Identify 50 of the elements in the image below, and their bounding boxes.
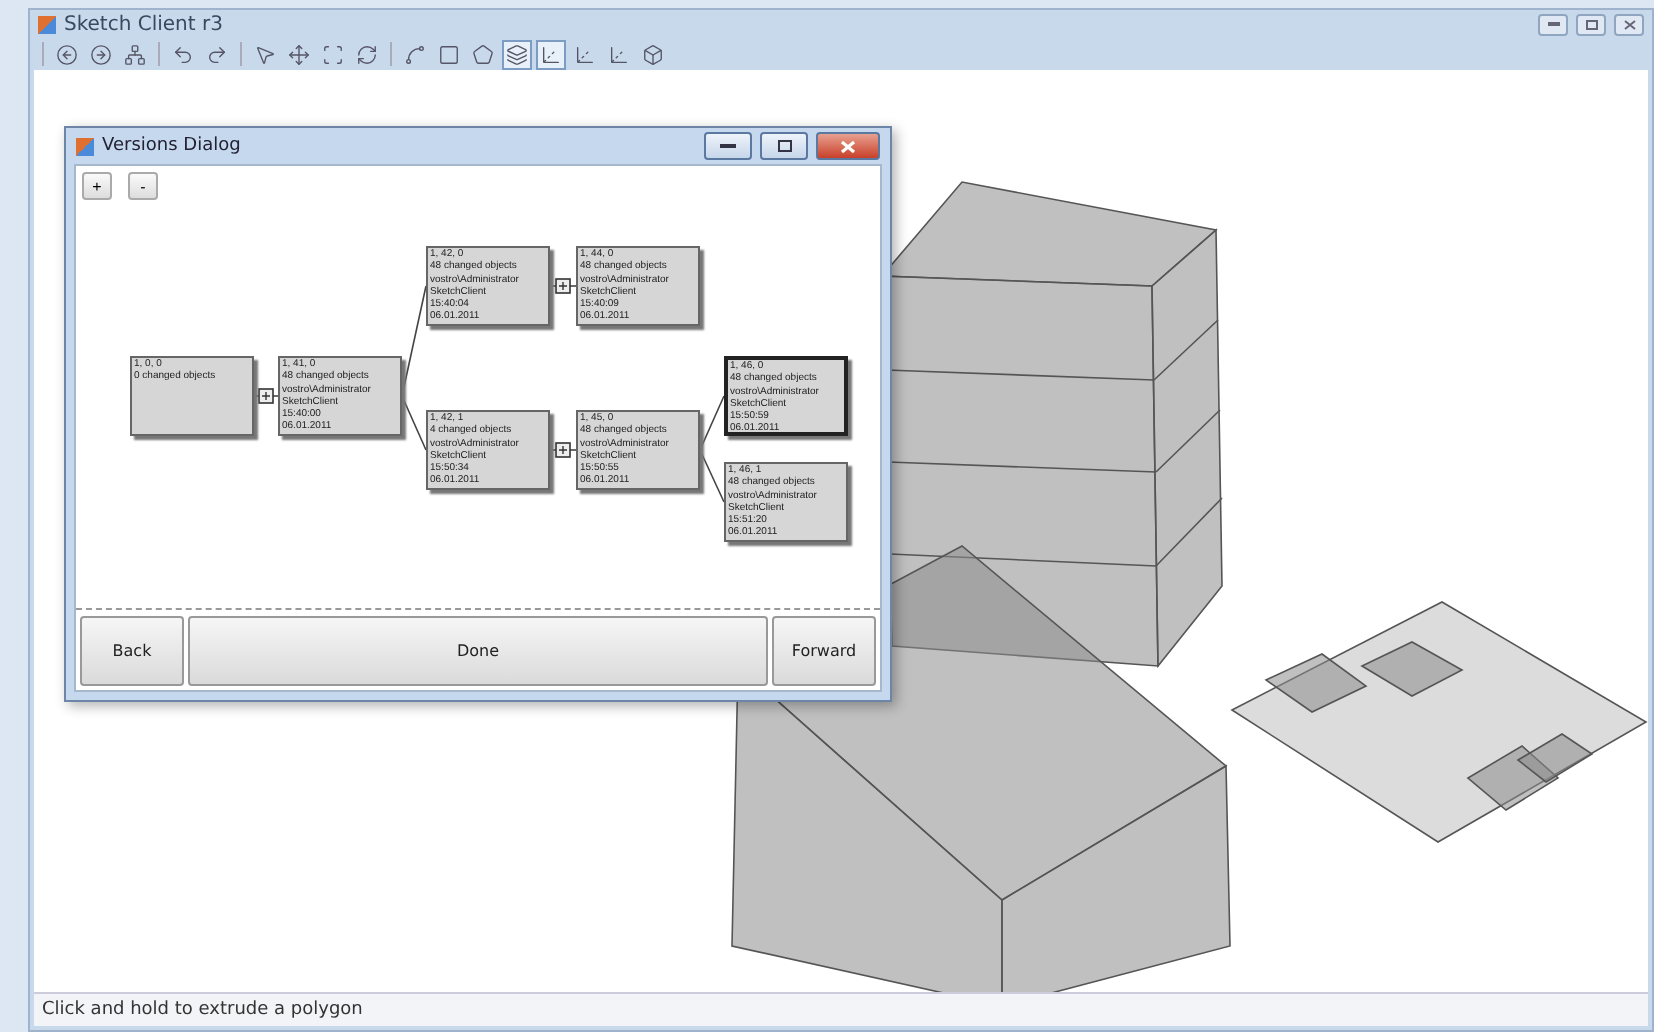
toolbar-button[interactable]	[284, 39, 314, 69]
undo-icon	[172, 43, 194, 65]
toolbar-button[interactable]	[120, 39, 150, 69]
connector-line	[699, 395, 725, 451]
window-title: Sketch Client r3	[64, 13, 223, 35]
minimize-icon	[720, 143, 736, 149]
toolbar-button[interactable]	[52, 39, 82, 69]
expand-toggle-icon[interactable]	[258, 388, 274, 404]
zoom-out-button[interactable]: -	[128, 172, 158, 200]
layers-icon	[506, 43, 528, 65]
toolbar-button[interactable]	[86, 39, 116, 69]
maximize-button[interactable]	[760, 132, 808, 160]
expand-toggle-icon[interactable]	[555, 442, 571, 458]
hierarchy-icon	[124, 43, 146, 65]
rectangle-icon	[438, 43, 460, 65]
expand-toggle-icon[interactable]	[555, 278, 571, 294]
close-icon	[1623, 19, 1635, 29]
back-button[interactable]: Back	[80, 616, 184, 686]
toolbar-button[interactable]	[638, 39, 668, 69]
axis-icon	[574, 43, 596, 65]
done-button[interactable]: Done	[188, 616, 768, 686]
rotate-icon	[356, 43, 378, 65]
dialog-title: Versions Dialog	[102, 136, 241, 156]
redo-icon	[206, 43, 228, 65]
polygon-icon	[472, 43, 494, 65]
zoom-in-button[interactable]: +	[82, 172, 112, 200]
maximize-icon	[777, 140, 791, 152]
close-button[interactable]	[1614, 13, 1644, 35]
app-icon	[38, 15, 56, 33]
close-icon	[840, 139, 856, 153]
status-text: Click and hold to extrude a polygon	[42, 1000, 363, 1020]
toolbar-button[interactable]	[468, 39, 498, 69]
minimize-icon	[1547, 22, 1559, 26]
toolbar-button[interactable]	[502, 39, 532, 69]
axis-icon	[608, 43, 630, 65]
fit-frame-icon	[322, 43, 344, 65]
connector-line	[699, 449, 725, 503]
toolbar-button[interactable]	[536, 39, 566, 69]
minimize-button[interactable]	[704, 132, 752, 160]
forward-button[interactable]: Forward	[772, 616, 876, 686]
back-icon	[56, 43, 78, 65]
forward-icon	[90, 43, 112, 65]
pointer-icon	[254, 43, 276, 65]
cube-icon	[642, 43, 664, 65]
close-button[interactable]	[816, 132, 880, 160]
maximize-icon	[1585, 19, 1597, 29]
move-icon	[288, 43, 310, 65]
curve-icon	[404, 43, 426, 65]
axis-icon	[540, 43, 562, 65]
dialog-icon	[76, 137, 94, 155]
